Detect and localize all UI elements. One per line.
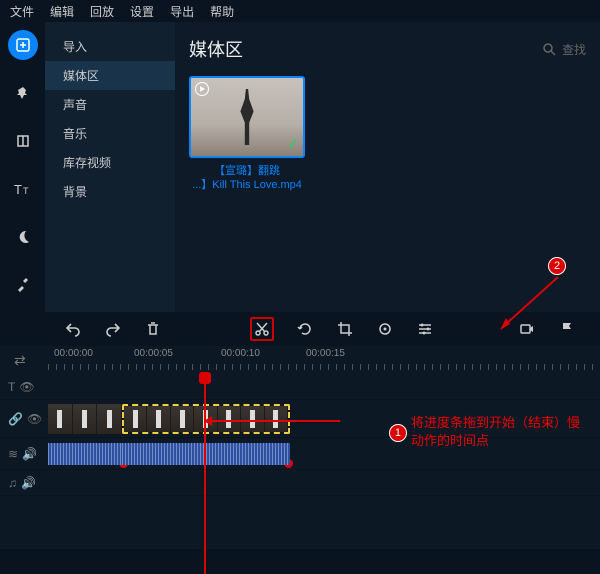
tools-icon[interactable] bbox=[8, 270, 38, 300]
media-clip[interactable]: ✓ 【宣璐】翻跳 ...】Kill This Love.mp4 bbox=[189, 76, 305, 192]
eye-icon[interactable]: 👁 bbox=[19, 380, 34, 394]
media-icon[interactable] bbox=[8, 30, 38, 60]
menu-edit[interactable]: 编辑 bbox=[50, 3, 74, 20]
audio-segment-2[interactable] bbox=[122, 441, 290, 467]
text-track[interactable]: T👁 bbox=[0, 374, 600, 400]
eye-icon[interactable]: 👁 bbox=[27, 412, 42, 426]
check-icon: ✓ bbox=[287, 135, 299, 152]
ruler-ticks bbox=[48, 364, 600, 370]
media-panel: 媒体区 查找 ✓ 【宣璐】翻跳 ...】Kill This Love.mp4 2 bbox=[175, 22, 600, 312]
playhead[interactable] bbox=[204, 374, 206, 574]
clip-label: 【宣璐】翻跳 ...】Kill This Love.mp4 bbox=[189, 164, 305, 192]
time-0: 00:00:00 bbox=[54, 348, 93, 359]
side-import[interactable]: 导入 bbox=[45, 32, 175, 61]
menu-playback[interactable]: 回放 bbox=[90, 3, 114, 20]
crop-icon[interactable] bbox=[336, 320, 354, 338]
menu-help[interactable]: 帮助 bbox=[210, 3, 234, 20]
timeline-toolbar bbox=[0, 312, 600, 346]
moon-icon[interactable] bbox=[8, 222, 38, 252]
side-music[interactable]: 音乐 bbox=[45, 119, 175, 148]
side-voice[interactable]: 声音 bbox=[45, 90, 175, 119]
pin-icon[interactable] bbox=[8, 78, 38, 108]
sliders-icon[interactable] bbox=[416, 320, 434, 338]
time-5: 00:00:05 bbox=[134, 348, 173, 359]
svg-text:T: T bbox=[14, 182, 22, 197]
panel-title: 媒体区 bbox=[189, 36, 243, 62]
delete-icon[interactable] bbox=[144, 320, 162, 338]
speaker-icon[interactable]: 🔊 bbox=[21, 476, 36, 490]
auto-adjust-icon[interactable]: ⇄ bbox=[14, 352, 26, 369]
menu-export[interactable]: 导出 bbox=[170, 3, 194, 20]
cut-icon[interactable] bbox=[250, 317, 274, 341]
time-15: 00:00:15 bbox=[306, 348, 345, 359]
annotation-text: 1 将进度条拖到开始（结束）慢 动作的时间点 bbox=[411, 414, 580, 450]
dot-icon[interactable] bbox=[376, 320, 394, 338]
speaker-icon[interactable]: 🔊 bbox=[22, 447, 37, 461]
play-icon bbox=[195, 82, 209, 96]
time-10: 00:00:10 bbox=[221, 348, 260, 359]
undo-icon[interactable] bbox=[64, 320, 82, 338]
annotation-arrow-1 bbox=[210, 420, 340, 422]
tool-rail: TT bbox=[0, 22, 45, 312]
search-placeholder: 查找 bbox=[562, 41, 586, 58]
wave-icon: ≋ bbox=[8, 447, 18, 461]
annotation-marker-1: 1 bbox=[389, 424, 407, 442]
clip-thumbnail[interactable]: ✓ bbox=[189, 76, 305, 158]
menu-file[interactable]: 文件 bbox=[10, 3, 34, 20]
redo-icon[interactable] bbox=[104, 320, 122, 338]
music-note-icon: ♫ bbox=[8, 476, 17, 490]
dancer-figure bbox=[236, 89, 258, 145]
side-media[interactable]: 媒体区 bbox=[45, 61, 175, 90]
audio-segment-1[interactable] bbox=[48, 441, 122, 467]
record-icon[interactable] bbox=[518, 320, 536, 338]
flag-icon[interactable] bbox=[558, 320, 576, 338]
menu-settings[interactable]: 设置 bbox=[130, 3, 154, 20]
timeline-tracks: T👁 🔗👁 ≋🔊 ♫🔊 1 将进度条拖到开始（结束）慢 动作的时间点 bbox=[0, 374, 600, 549]
waveform bbox=[48, 443, 122, 465]
music-track[interactable]: ♫🔊 bbox=[0, 470, 600, 496]
svg-text:T: T bbox=[23, 186, 29, 196]
video-segment-1[interactable] bbox=[48, 404, 122, 434]
rotate-icon[interactable] bbox=[296, 320, 314, 338]
time-ruler[interactable]: 00:00:00 00:00:05 00:00:10 00:00:15 bbox=[48, 346, 600, 374]
side-panel: 导入 媒体区 声音 音乐 库存视频 背景 bbox=[45, 22, 175, 312]
side-background[interactable]: 背景 bbox=[45, 177, 175, 206]
text-track-icon: T bbox=[8, 380, 15, 394]
waveform bbox=[122, 443, 290, 465]
split-icon[interactable] bbox=[8, 126, 38, 156]
search-icon bbox=[543, 43, 556, 56]
side-stock[interactable]: 库存视频 bbox=[45, 148, 175, 177]
annotation-marker-2: 2 bbox=[548, 257, 566, 275]
text-icon[interactable]: TT bbox=[8, 174, 38, 204]
link-icon[interactable]: 🔗 bbox=[8, 412, 23, 426]
search-box[interactable]: 查找 bbox=[543, 41, 586, 58]
